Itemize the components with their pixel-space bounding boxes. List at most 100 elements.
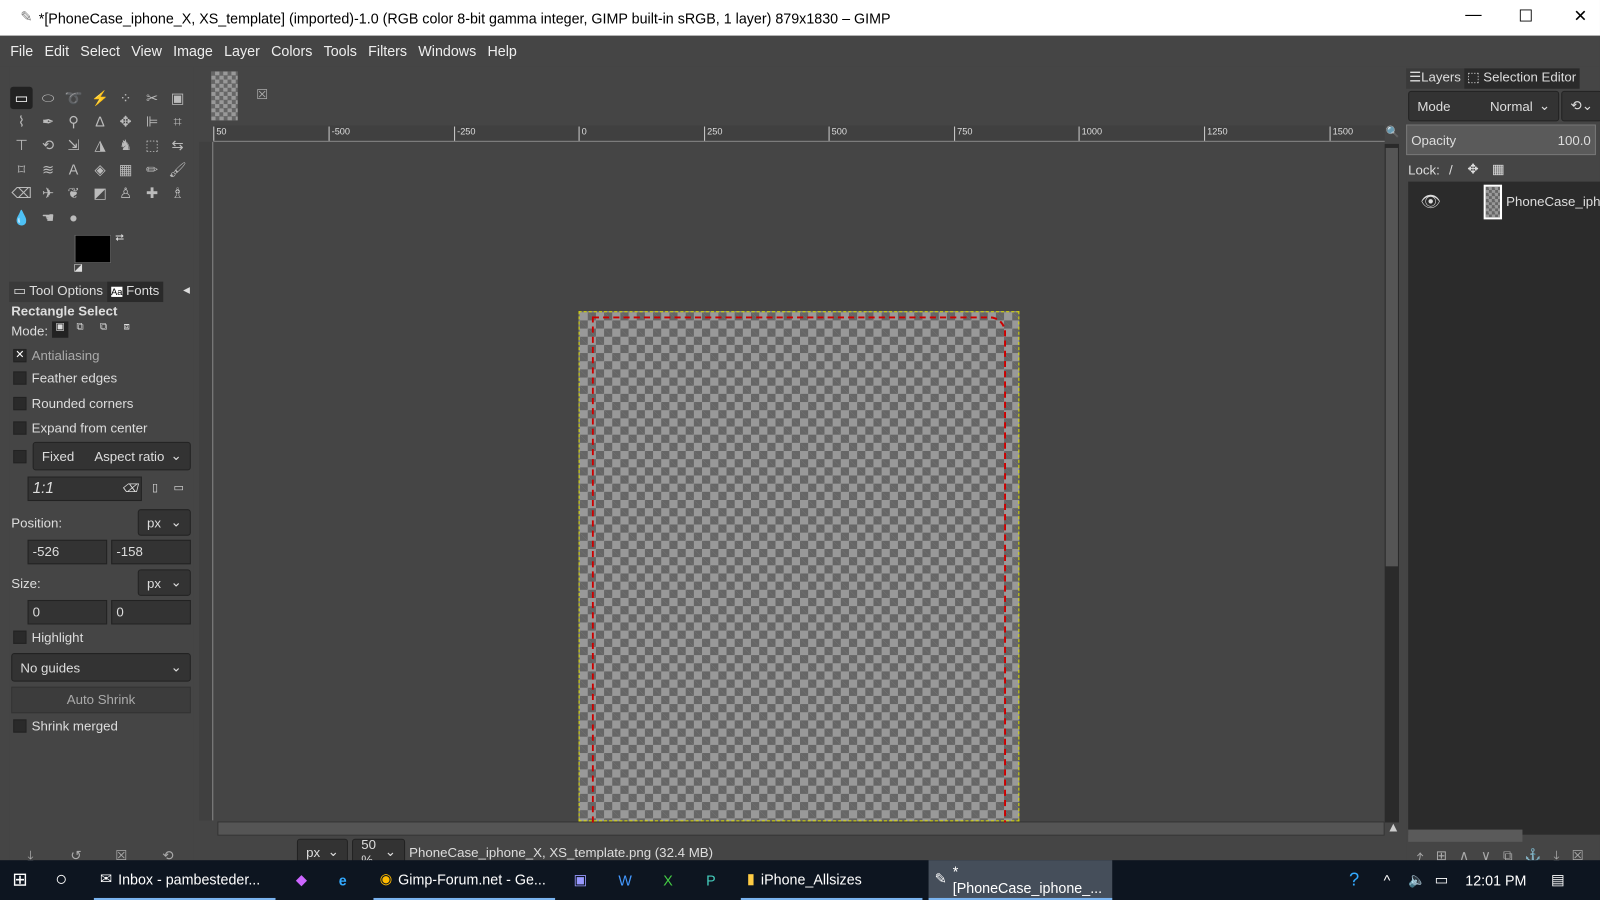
expand-checkbox[interactable] <box>13 421 27 435</box>
taskbar-item-chrome[interactable]: ◉ Gimp-Forum.net - Ge... <box>373 860 556 900</box>
close-button[interactable]: ✕ <box>1573 6 1587 26</box>
foreground-color[interactable] <box>74 234 112 264</box>
menu-help[interactable]: Help <box>487 43 516 59</box>
layers-scrollbar[interactable] <box>1408 829 1523 842</box>
position-y-input[interactable]: -158 <box>111 539 191 565</box>
portrait-icon[interactable]: ▯ <box>152 481 158 494</box>
mode-subtract-icon[interactable]: ⧉ <box>100 321 107 332</box>
clear-icon[interactable]: ⌫ <box>122 478 138 500</box>
flip-icon[interactable]: ⇆ <box>166 134 188 156</box>
image-canvas[interactable] <box>578 311 1020 823</box>
network-icon[interactable]: ▭ <box>1429 860 1455 900</box>
mode-intersect-icon[interactable]: ⧈ <box>123 321 130 332</box>
color-picker-icon[interactable]: ✒ <box>37 110 59 132</box>
taskbar-item-onenote[interactable]: ▣ <box>567 860 593 900</box>
clone-icon[interactable]: ♙ <box>114 182 136 204</box>
select-by-color-icon[interactable]: ⁘ <box>114 87 136 109</box>
swap-colors-icon[interactable]: ⮂ <box>115 232 124 245</box>
menu-windows[interactable]: Windows <box>418 43 476 59</box>
move-icon[interactable]: ✥ <box>114 110 136 132</box>
dodge-burn-icon[interactable]: ● <box>62 206 84 228</box>
layer-row[interactable]: 👁 PhoneCase_iphone_X <box>1408 182 1600 223</box>
taskbar-item-explorer[interactable]: ▮ iPhone_Allsizes <box>740 860 923 900</box>
unified-transform-icon[interactable]: ⊤ <box>10 134 32 156</box>
measure-icon[interactable]: ∆ <box>89 110 111 132</box>
feather-checkbox[interactable] <box>13 371 27 385</box>
menu-file[interactable]: File <box>10 43 33 59</box>
composite-mode-dropdown[interactable]: ⟲ ⌄ <box>1561 90 1600 122</box>
notifications-icon[interactable]: ▤ <box>1545 860 1571 900</box>
taskbar-item-publisher[interactable]: P <box>700 860 722 900</box>
menu-image[interactable]: Image <box>173 43 213 59</box>
highlight-checkbox[interactable] <box>13 630 27 644</box>
menu-edit[interactable]: Edit <box>44 43 69 59</box>
lock-pixels-icon[interactable]: / <box>1449 162 1453 177</box>
tab-tool-options[interactable]: ▭ Tool Options <box>9 281 108 303</box>
auto-shrink-button[interactable]: Auto Shrink <box>11 686 191 714</box>
shrink-merged-checkbox[interactable] <box>13 719 27 733</box>
menu-select[interactable]: Select <box>80 43 120 59</box>
perspective-clone-icon[interactable]: ♗ <box>166 182 188 204</box>
align-icon[interactable]: ⊫ <box>141 110 163 132</box>
crop-icon[interactable]: ⌗ <box>166 110 188 132</box>
scissors-icon[interactable]: ✂ <box>141 87 163 109</box>
ratio-input[interactable]: 1:1 ⌫ <box>27 476 142 502</box>
tab-selection-editor[interactable]: ⬚ Selection Editor <box>1463 68 1580 89</box>
minimize-button[interactable]: — <box>1465 6 1481 24</box>
eye-icon[interactable]: 👁 <box>1420 192 1441 212</box>
opacity-slider[interactable]: Opacity 100.0 <box>1406 124 1596 156</box>
paintbrush-icon[interactable]: 🖌 <box>166 158 188 180</box>
start-button[interactable]: ⊞ <box>6 860 34 900</box>
zoom-icon[interactable]: ⚲ <box>62 110 84 132</box>
fixed-checkbox[interactable] <box>13 449 27 464</box>
position-x-input[interactable]: -526 <box>27 539 108 565</box>
help-tray-icon[interactable]: ? <box>1343 860 1365 900</box>
shear-icon[interactable]: ◮ <box>89 134 111 156</box>
taskbar-item-gimp[interactable]: ✎ *[PhoneCase_iphone_... <box>928 860 1113 900</box>
antialiasing-checkbox[interactable]: ✕ <box>13 348 27 363</box>
maximize-button[interactable]: ☐ <box>1518 6 1533 26</box>
lock-position-icon[interactable]: ✥ <box>1467 161 1478 177</box>
bucket-fill-icon[interactable]: ◈ <box>89 158 111 180</box>
warp-icon[interactable]: ♞ <box>114 134 136 156</box>
taskbar-item-word[interactable]: W <box>612 860 638 900</box>
mode-replace-icon[interactable]: ▣ <box>52 321 69 338</box>
ink-icon[interactable]: ❦ <box>62 182 84 204</box>
menu-layer[interactable]: Layer <box>224 43 260 59</box>
clock[interactable]: 12:01 PM <box>1459 860 1532 900</box>
taskbar-item-inbox[interactable]: ✉ Inbox - pambesteder... <box>93 860 276 900</box>
eraser-icon[interactable]: ⌫ <box>10 182 32 204</box>
taskbar-item-edge[interactable]: e <box>333 860 353 900</box>
mypaint-brush-icon[interactable]: ◩ <box>89 182 111 204</box>
close-image-icon[interactable]: ☒ <box>256 87 268 103</box>
taskbar-item-paint3d[interactable]: ◆ <box>290 860 313 900</box>
image-thumbnail-tab[interactable] <box>211 71 238 121</box>
default-colors-icon[interactable]: ◪ <box>73 262 83 273</box>
landscape-icon[interactable]: ▭ <box>173 481 184 494</box>
size-h-input[interactable]: 0 <box>111 599 191 625</box>
menu-tools[interactable]: Tools <box>324 43 357 59</box>
size-unit-dropdown[interactable]: px ⌄ <box>137 569 191 596</box>
size-w-input[interactable]: 0 <box>27 599 108 625</box>
heal-icon[interactable]: ✚ <box>141 182 163 204</box>
layer-mode-dropdown[interactable]: Mode Normal ⌄ <box>1408 90 1560 122</box>
position-unit-dropdown[interactable]: px ⌄ <box>137 509 191 536</box>
canvas-area[interactable]: ☒ 50 -500 -250 0 250 500 750 1000 1250 1… <box>198 66 1403 867</box>
cortana-button[interactable]: ○ <box>49 860 74 900</box>
pencil-icon[interactable]: ✏ <box>141 158 163 180</box>
ellipse-select-icon[interactable]: ⬭ <box>37 87 59 109</box>
text-icon[interactable]: A <box>62 158 84 180</box>
menu-view[interactable]: View <box>131 43 162 59</box>
volume-icon[interactable]: 🔈 <box>1402 860 1432 900</box>
lasso-icon[interactable]: ➰ <box>62 87 84 109</box>
tab-layers[interactable]: ☰Layers <box>1406 68 1464 89</box>
fuzzy-select-icon[interactable]: ⚡ <box>89 87 111 109</box>
cage-icon[interactable]: ⌑ <box>10 158 32 180</box>
mode-add-icon[interactable]: ⧉ <box>77 321 84 332</box>
panel-menu-icon[interactable]: ◂ <box>183 282 194 302</box>
tab-fonts[interactable]: Aa Fonts <box>107 281 164 303</box>
rect-select-icon[interactable]: ▭ <box>10 86 33 110</box>
navigate-icon[interactable]: ▲ <box>1387 819 1400 834</box>
lock-alpha-icon[interactable]: ▦ <box>1492 161 1505 177</box>
3d-transform-icon[interactable]: ⬚ <box>141 134 163 156</box>
